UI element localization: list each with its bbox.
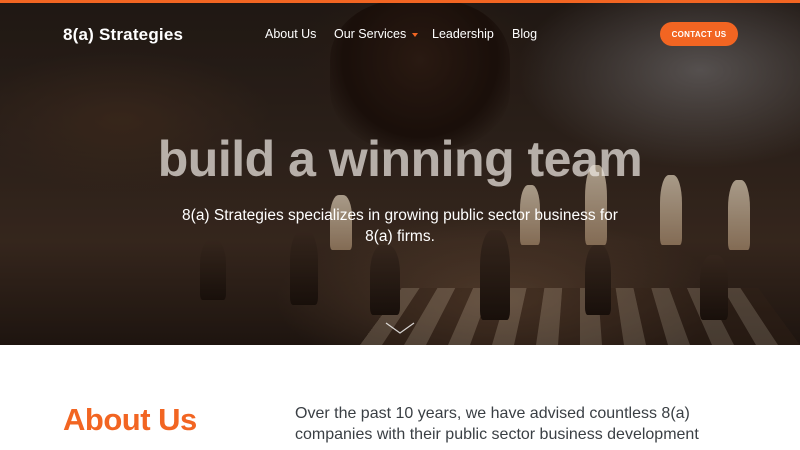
nav-item-blog[interactable]: Blog — [512, 27, 537, 41]
nav-item-leadership[interactable]: Leadership — [432, 27, 494, 41]
accent-top-bar — [0, 0, 800, 3]
about-title: About Us — [63, 402, 197, 437]
about-text: Over the past 10 years, we have advised … — [295, 405, 699, 450]
caret-down-icon — [412, 32, 419, 37]
nav-item-label: Leadership — [432, 27, 494, 41]
hero-title: build a winning team — [157, 131, 643, 187]
nav-item-label: Blog — [512, 27, 538, 41]
chevron-down-icon[interactable] — [384, 320, 416, 336]
site-logo[interactable]: 8(a) Strategies — [63, 25, 183, 45]
about-section: About Us Over the past 10 years, we have… — [0, 345, 800, 450]
contact-us-button[interactable]: CONTACT US — [660, 22, 738, 46]
hero-subtitle: 8(a) Strategies specializes in growing p… — [182, 207, 618, 245]
nav-item-label: Our Services — [334, 27, 407, 41]
nav-item-our-services[interactable]: Our Services — [334, 27, 419, 41]
nav-item-label: About Us — [265, 27, 317, 41]
top-navigation: 8(a) Strategies About Us Our Services Le… — [0, 3, 800, 65]
nav-item-about-us[interactable]: About Us — [265, 27, 316, 41]
